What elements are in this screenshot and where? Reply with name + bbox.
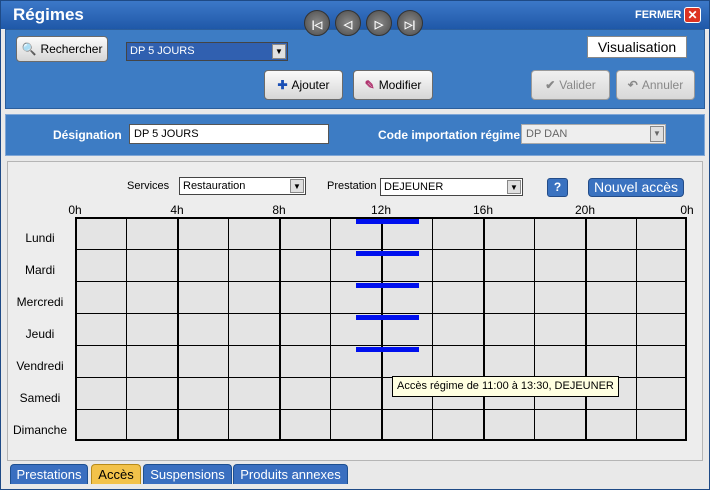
grid-vline	[636, 219, 637, 439]
services-select[interactable]: Restauration ▼	[179, 177, 306, 195]
hour-label: 8h	[272, 203, 286, 217]
access-bar[interactable]	[355, 219, 420, 224]
grid-vline	[534, 219, 535, 439]
magnifier-icon: 🔍	[21, 42, 37, 56]
grid-vline	[432, 219, 433, 439]
pencil-icon: ✎	[364, 78, 375, 92]
next-record-button[interactable]: ▷	[366, 10, 392, 36]
checkmark-icon: ✔	[545, 78, 556, 92]
modifier-button[interactable]: ✎ Modifier	[353, 70, 433, 100]
valider-label: Valider	[559, 78, 596, 92]
last-icon: ▷|	[404, 20, 416, 31]
day-label: Samedi	[19, 391, 61, 405]
day-label: Mercredi	[16, 295, 64, 309]
close-icon[interactable]: ✕	[684, 7, 701, 23]
chevron-down-icon[interactable]: ▼	[507, 180, 521, 194]
grid-vline	[483, 219, 485, 439]
search-button-label: Rechercher	[40, 42, 103, 56]
tab-acc-s[interactable]: Accès	[91, 464, 141, 484]
help-button[interactable]: ?	[547, 178, 568, 197]
regimes-window: Régimes FERMER ✕ 🔍 Rechercher DP 5 JOURS …	[0, 0, 710, 490]
grid-vline	[126, 219, 127, 439]
day-label: Dimanche	[12, 423, 68, 437]
hour-label: 20h	[574, 203, 596, 217]
grid-vline	[177, 219, 179, 439]
prestation-value: DEJEUNER	[384, 181, 444, 193]
chevron-down-icon[interactable]: ▼	[290, 179, 304, 193]
search-button[interactable]: 🔍 Rechercher	[16, 36, 108, 62]
access-bar[interactable]	[355, 283, 420, 288]
grid-hline	[77, 409, 685, 410]
access-bar[interactable]	[355, 347, 420, 352]
grid-hline	[77, 249, 685, 250]
grid-vline	[585, 219, 587, 439]
prestation-label: Prestation	[327, 180, 377, 192]
grid-hline	[77, 281, 685, 282]
designation-label: Désignation	[53, 128, 122, 142]
access-bar[interactable]	[355, 315, 420, 320]
hour-label: 0h	[68, 203, 82, 217]
modifier-label: Modifier	[378, 78, 422, 92]
new-access-button[interactable]: Nouvel accès	[588, 178, 684, 197]
mode-indicator: Visualisation	[587, 36, 687, 58]
schedule-grid[interactable]	[75, 217, 687, 441]
code-import-select[interactable]: DP DAN ▼	[521, 124, 666, 144]
code-import-label: Code importation régime	[378, 128, 521, 142]
tab-produits-annexes[interactable]: Produits annexes	[233, 464, 348, 484]
grid-hline	[77, 313, 685, 314]
last-record-button[interactable]: ▷|	[397, 10, 423, 36]
valider-button[interactable]: ✔ Valider	[531, 70, 610, 100]
access-bar[interactable]	[355, 251, 420, 256]
window-title: Régimes	[13, 5, 84, 24]
day-label: Mardi	[24, 263, 55, 277]
hour-label: 12h	[370, 203, 392, 217]
prev-record-button[interactable]: ◁	[335, 10, 361, 36]
tab-prestations[interactable]: Prestations	[10, 464, 88, 484]
ajouter-button[interactable]: ✚ Ajouter	[264, 70, 343, 100]
grid-vline	[228, 219, 229, 439]
first-record-button[interactable]: |◁	[304, 10, 330, 36]
designation-field[interactable]: DP 5 JOURS	[129, 124, 329, 144]
first-icon: |◁	[311, 20, 323, 31]
regime-select-value: DP 5 JOURS	[130, 45, 195, 57]
hour-label: 4h	[170, 203, 184, 217]
undo-icon: ↶	[627, 78, 638, 92]
chevron-down-icon[interactable]: ▼	[650, 126, 664, 142]
chevron-down-icon[interactable]: ▼	[272, 44, 286, 59]
annuler-button[interactable]: ↶ Annuler	[616, 70, 695, 100]
grid-hline	[77, 345, 685, 346]
close-label[interactable]: FERMER	[635, 9, 681, 21]
regime-select[interactable]: DP 5 JOURS ▼	[126, 42, 288, 61]
code-import-value: DP DAN	[526, 128, 568, 140]
annuler-label: Annuler	[641, 78, 684, 92]
prestation-select[interactable]: DEJEUNER ▼	[380, 178, 523, 196]
hour-label: 16h	[472, 203, 494, 217]
services-label: Services	[127, 180, 170, 192]
grid-vline	[279, 219, 281, 439]
prev-icon: ◁	[343, 19, 353, 31]
access-tooltip: Accès régime de 11:00 à 13:30, DEJEUNER	[392, 376, 619, 397]
services-value: Restauration	[183, 180, 246, 192]
add-icon: ✚	[277, 78, 288, 92]
hour-label: 0h	[680, 203, 694, 217]
grid-vline	[330, 219, 331, 439]
ajouter-label: Ajouter	[291, 78, 330, 92]
day-label: Vendredi	[16, 359, 64, 373]
day-label: Lundi	[25, 231, 55, 245]
day-label: Jeudi	[25, 327, 55, 341]
tab-suspensions[interactable]: Suspensions	[143, 464, 232, 484]
next-icon: ▷	[374, 19, 384, 31]
